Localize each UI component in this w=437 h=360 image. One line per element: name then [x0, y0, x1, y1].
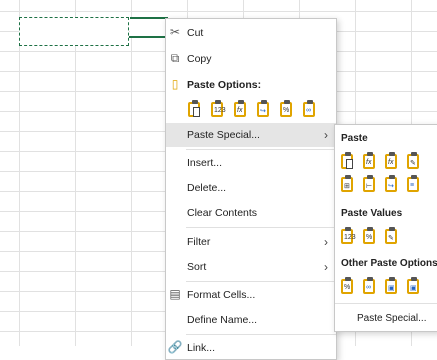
paste-icon[interactable] [188, 100, 202, 118]
submenu-paste-values-header: Paste Values [341, 208, 403, 219]
define-name-label: Define Name... [187, 314, 258, 326]
paste-values-icon[interactable]: 123 [341, 227, 356, 245]
menu-item-clear-contents[interactable]: Clear Contents [166, 201, 336, 225]
menu-separator [186, 227, 336, 228]
menu-item-sort[interactable]: Sort › [166, 255, 336, 279]
paste-formatting-icon[interactable]: % [341, 277, 355, 295]
paste-special-label: Paste Special... [187, 129, 260, 141]
copied-cell-range[interactable] [19, 17, 129, 46]
paste-formatting-icon[interactable]: % [280, 100, 294, 118]
link-label: Link... [187, 342, 216, 354]
menu-item-filter[interactable]: Filter › [166, 230, 336, 254]
paste-formulas-number-formatting-icon[interactable]: fx [385, 152, 399, 170]
chevron-right-icon: › [324, 235, 328, 249]
active-cell[interactable] [130, 17, 168, 38]
paste-formulas-icon[interactable]: fx [363, 152, 377, 170]
paste-icon[interactable] [341, 152, 355, 170]
submenu-paste-special-item[interactable]: Paste Special... [357, 313, 426, 324]
submenu-paste-header: Paste [341, 133, 368, 144]
menu-separator [186, 149, 336, 150]
menu-separator [186, 281, 336, 282]
active-cell-border [129, 36, 167, 38]
scissors-icon: ✂ [169, 25, 181, 39]
menu-item-paste-special[interactable]: Paste Special... › [166, 123, 336, 147]
menu-item-copy[interactable]: ⧉ Copy [166, 47, 336, 71]
delete-label: Delete... [187, 182, 227, 194]
linked-picture-icon[interactable]: ▣ [407, 277, 421, 295]
paste-special-submenu: Paste fx fx ✎ ⊞ ⊢ ↪ ≡ Paste Values 123 %… [334, 124, 437, 332]
values-source-formatting-icon[interactable]: ✎ [385, 227, 399, 245]
copy-icon: ⧉ [170, 50, 180, 65]
merge-conditional-formatting-icon[interactable]: ≡ [407, 175, 421, 193]
paste-options-header: ▯ Paste Options: [166, 73, 336, 97]
format-cells-icon: ▤ [169, 287, 181, 301]
paste-transpose-icon[interactable]: ↪ [385, 175, 399, 193]
menu-separator [186, 334, 336, 335]
paste-picture-icon[interactable]: ▣ [385, 277, 399, 295]
menu-item-cut[interactable]: ✂ Cut [166, 21, 336, 45]
paste-transpose-icon[interactable]: ↪ [257, 100, 271, 118]
menu-item-define-name[interactable]: Define Name... [166, 308, 336, 332]
insert-label: Insert... [187, 157, 223, 169]
menu-item-insert[interactable]: Insert... [166, 151, 336, 175]
chevron-right-icon: › [324, 128, 328, 142]
submenu-separator [335, 303, 437, 304]
chevron-right-icon: › [324, 260, 328, 274]
paste-link-icon[interactable]: ∞ [363, 277, 377, 295]
paste-options-label: Paste Options: [187, 79, 262, 91]
clipboard-icon: ▯ [171, 77, 179, 91]
paste-values-icon[interactable]: 123 [211, 100, 226, 118]
clear-contents-label: Clear Contents [187, 207, 258, 219]
keep-column-widths-icon[interactable]: ⊢ [363, 175, 377, 193]
paste-formulas-icon[interactable]: fx [234, 100, 248, 118]
filter-label: Filter [187, 236, 211, 248]
context-menu: ✂ Cut ⧉ Copy ▯ Paste Options: 123 fx ↪ %… [165, 18, 337, 360]
paste-link-icon[interactable]: ∞ [303, 100, 317, 118]
copy-label: Copy [187, 53, 212, 65]
no-borders-icon[interactable]: ⊞ [341, 175, 355, 193]
menu-item-link[interactable]: 🔗 Link... [166, 336, 336, 360]
values-number-formatting-icon[interactable]: % [363, 227, 377, 245]
link-icon: 🔗 [167, 340, 183, 354]
menu-item-format-cells[interactable]: ▤ Format Cells... [166, 283, 336, 307]
submenu-other-paste-options-header: Other Paste Options [341, 258, 437, 269]
format-cells-label: Format Cells... [187, 289, 256, 301]
cut-label: Cut [187, 27, 204, 39]
sort-label: Sort [187, 261, 207, 273]
menu-item-delete[interactable]: Delete... [166, 176, 336, 200]
keep-source-formatting-icon[interactable]: ✎ [407, 152, 421, 170]
